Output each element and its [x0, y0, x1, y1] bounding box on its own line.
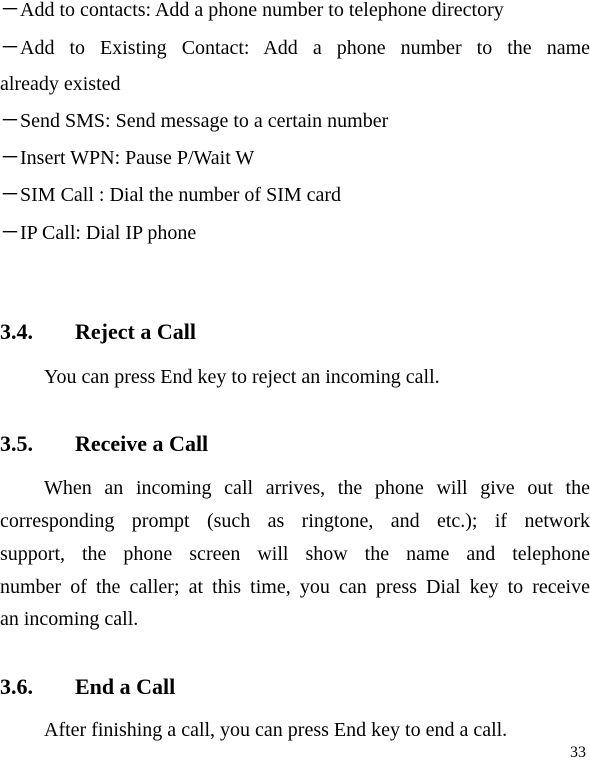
section-number: 3.6.: [0, 674, 33, 699]
list-item-text: IP Call: Dial IP phone: [20, 222, 197, 244]
list-item-text: Send SMS: Send message to a certain numb…: [20, 110, 389, 132]
dash-bullet-icon: －: [0, 222, 20, 244]
section-title: Receive a Call: [75, 431, 209, 456]
paragraph-end-call: After finishing a call, you can press En…: [44, 719, 508, 741]
list-item-send-sms: －Send SMS: Send message to a certain num…: [0, 109, 388, 133]
page-number: 33: [570, 744, 586, 761]
list-item-text: Add to Existing Contact: Add a phone num…: [20, 37, 590, 59]
section-heading-end-call: 3.6. End a Call: [0, 674, 175, 700]
section-title: Reject a Call: [75, 319, 196, 344]
list-item-text: Add to contacts: Add a phone number to t…: [20, 0, 504, 21]
section-heading-reject-call: 3.4. Reject a Call: [0, 319, 196, 345]
section-title: End a Call: [75, 674, 176, 699]
dash-bullet-icon: －: [0, 110, 20, 132]
list-item-add-to-existing-contact: －Add to Existing Contact: Add a phone nu…: [0, 36, 590, 60]
paragraph-reject-call: You can press End key to reject an incom…: [44, 366, 440, 388]
dash-bullet-icon: －: [0, 0, 20, 21]
section-number: 3.5.: [0, 431, 33, 456]
paragraph-receive-call-line-4: number of the caller; at this time, you …: [0, 576, 590, 598]
list-item-continuation: already existed: [0, 73, 121, 95]
section-heading-receive-call: 3.5. Receive a Call: [0, 431, 208, 457]
list-item-sim-call: －SIM Call : Dial the number of SIM card: [0, 183, 341, 207]
list-item-ip-call: －IP Call: Dial IP phone: [0, 221, 196, 245]
paragraph-receive-call-line-3: support, the phone screen will show the …: [0, 543, 590, 565]
list-item-text: SIM Call : Dial the number of SIM card: [20, 184, 342, 206]
section-number: 3.4.: [0, 319, 33, 344]
dash-bullet-icon: －: [0, 37, 20, 59]
paragraph-receive-call-line-1: When an incoming call arrives, the phone…: [44, 477, 590, 499]
paragraph-receive-call-line-5: an incoming call.: [0, 608, 139, 630]
list-item-insert-wpn: －Insert WPN: Pause P/Wait W: [0, 146, 254, 170]
paragraph-receive-call-line-2: corresponding prompt (such as ringtone, …: [0, 510, 590, 532]
list-item-text: Insert WPN: Pause P/Wait W: [20, 147, 255, 169]
dash-bullet-icon: －: [0, 184, 20, 206]
list-item-add-to-contacts: －Add to contacts: Add a phone number to …: [0, 0, 504, 22]
dash-bullet-icon: －: [0, 147, 20, 169]
